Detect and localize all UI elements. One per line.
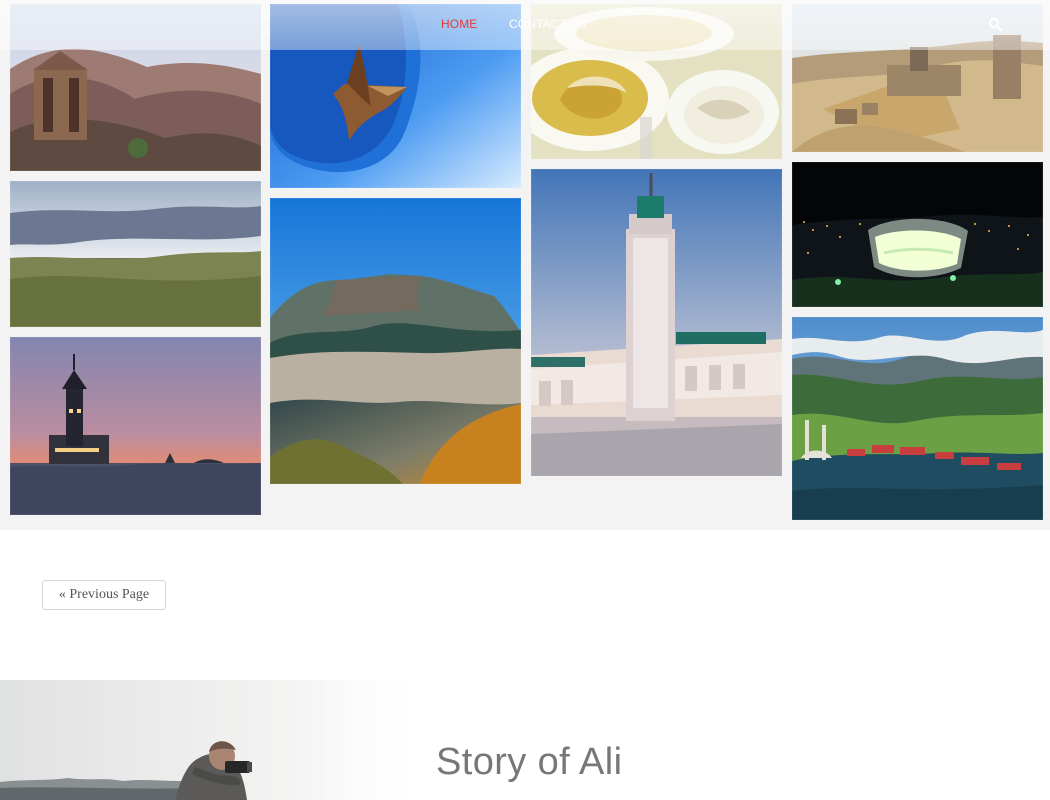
story-title: Story of Ali [436,741,623,783]
mosque-minaret-photo [531,169,782,476]
photo-tile-night-stadium[interactable] [792,162,1043,307]
photo-tile-savanna-plains[interactable] [10,181,261,327]
photo-tile-mosque-minaret[interactable] [531,169,782,476]
night-stadium-photo [792,162,1043,307]
home-nav-link[interactable]: HOME [441,17,477,31]
savanna-plains-photo [10,181,261,327]
story-section: Story of Ali [0,680,1050,800]
maiden-tower-photo [10,337,261,515]
photo-gallery [0,0,1050,530]
previous-page-button[interactable]: « Previous Page [42,580,166,610]
search-icon[interactable] [988,17,1002,31]
site-navigation-bar: HOME CONTACT US [0,0,1050,50]
contact-us-nav-link[interactable]: CONTACT US [509,17,587,31]
mountain-lake-photo [792,317,1043,520]
photo-tile-mountain-lake[interactable] [792,317,1043,520]
story-photographer-image [0,680,430,800]
photo-tile-maiden-tower[interactable] [10,337,261,515]
photo-tile-table-mountain[interactable] [270,198,521,484]
table-mountain-photo [270,198,521,484]
photographer-photo [0,680,430,800]
